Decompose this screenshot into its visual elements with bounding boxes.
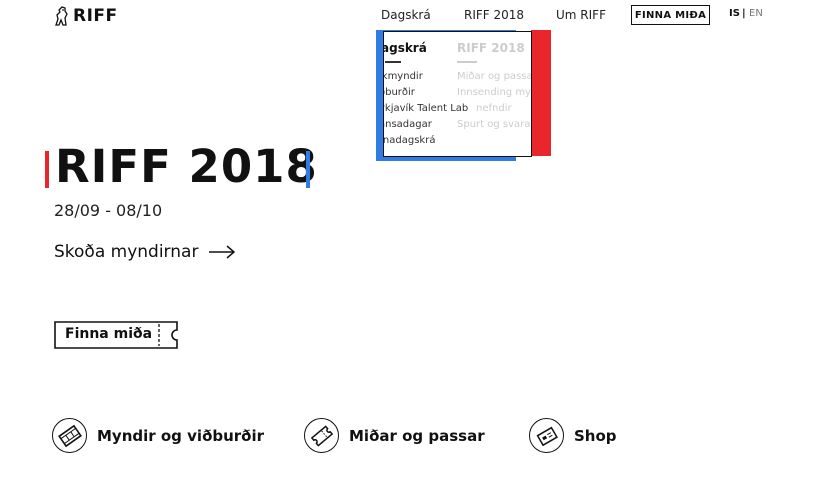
film-icon [52, 418, 87, 453]
view-films-link[interactable]: Skoða myndirnar [54, 242, 236, 262]
dropdown-column-dagskra: agskrá ikmyndir ðburðir ykjavík Talent L… [384, 41, 468, 149]
tickets-passes-label: Miðar og passar [349, 426, 485, 445]
dropdown-red-accent [531, 30, 551, 156]
dropdown-item[interactable]: ðburðir [384, 85, 468, 101]
festival-dates: 28/09 - 08/10 [54, 201, 163, 220]
find-tickets-cta[interactable]: Finna miða [54, 321, 178, 349]
site-logo[interactable]: RIFF [54, 6, 118, 26]
lang-separator: | [742, 8, 746, 19]
arrow-right-icon [209, 245, 236, 259]
find-tickets-button[interactable]: FINNA MIÐA [631, 5, 710, 25]
dagskra-dropdown-menu: RIFF 2018 Miðar og passar Innsending myn… [383, 31, 532, 157]
dropdown-item[interactable]: ykjavík Talent Lab [384, 101, 468, 117]
tickets-passes-link[interactable]: Miðar og passar [304, 418, 485, 453]
nav-um-riff[interactable]: Um RIFF [556, 8, 606, 22]
dropdown-item[interactable]: rnadagskrá [384, 133, 468, 149]
view-films-label: Skoða myndirnar [54, 242, 199, 262]
ticket-icon [304, 418, 339, 453]
dropdown-item[interactable]: ansadagar [384, 117, 468, 133]
shop-link[interactable]: Shop [529, 418, 617, 453]
dropdown-title-underline [385, 61, 401, 63]
logo-text: RIFF [73, 6, 118, 26]
dropdown-column-title[interactable]: agskrá [384, 41, 468, 55]
nav-dagskra[interactable]: Dagskrá [381, 8, 431, 22]
shop-label: Shop [574, 426, 617, 445]
logo-mark-icon [55, 6, 68, 26]
films-events-label: Myndir og viðburðir [97, 426, 265, 445]
dropdown-item[interactable]: ikmyndir [384, 69, 468, 85]
find-tickets-cta-label: Finna miða [65, 326, 153, 342]
shop-icon [529, 418, 564, 453]
hero-blue-bar [306, 151, 310, 188]
nav-riff-2018[interactable]: RIFF 2018 [464, 8, 524, 22]
lang-is[interactable]: IS [729, 8, 740, 19]
films-events-link[interactable]: Myndir og viðburðir [52, 418, 264, 453]
hero-title: RIFF 2018 [55, 140, 318, 193]
lang-en[interactable]: EN [749, 8, 763, 19]
hero-red-bar [45, 151, 49, 188]
